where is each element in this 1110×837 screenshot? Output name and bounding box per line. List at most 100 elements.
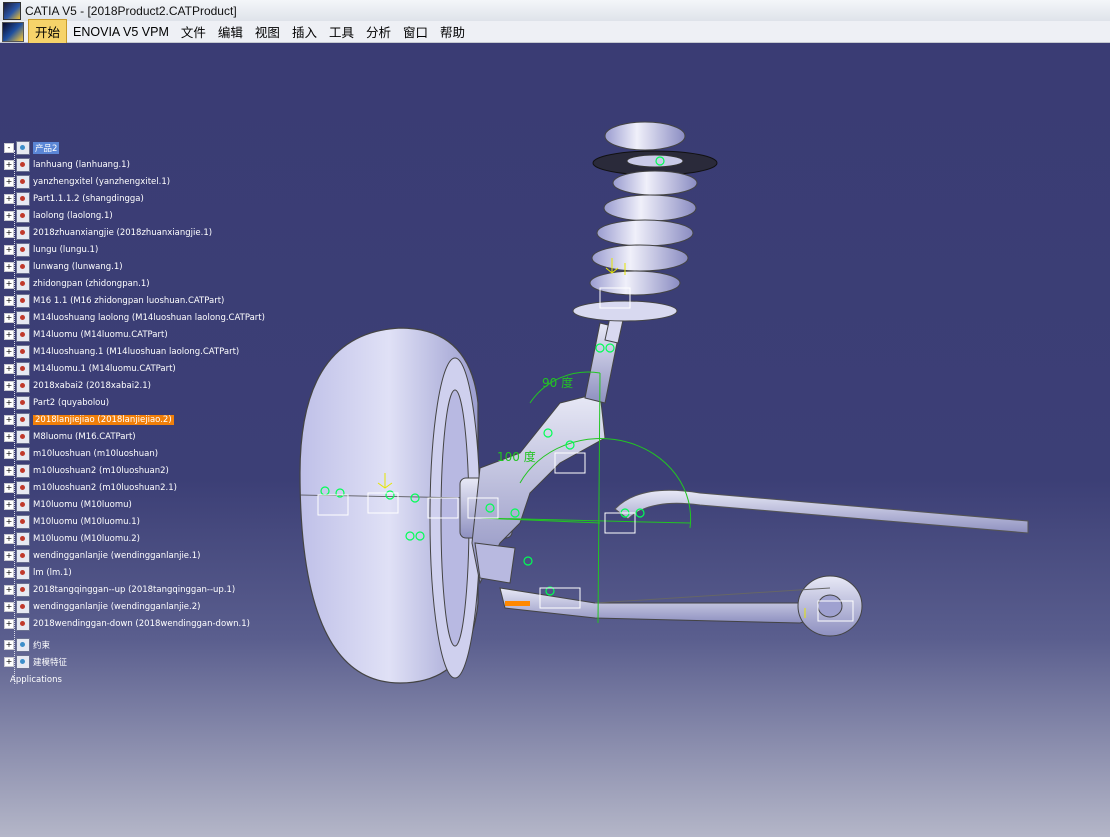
steering-knuckle[interactable] xyxy=(459,392,606,585)
menu-view[interactable]: 视图 xyxy=(249,20,286,43)
expand-icon[interactable]: + xyxy=(4,534,14,544)
tree-item-label[interactable]: M10luomu (M10luomu.2) xyxy=(33,534,140,544)
angle-label-100[interactable]: 100 度 xyxy=(497,449,536,464)
tree-item[interactable]: + M10luomu (M10luomu.2) xyxy=(4,531,140,547)
tree-item[interactable]: + zhidongpan (zhidongpan.1) xyxy=(4,276,150,292)
tree-item-label[interactable]: 2018wendinggan-down (2018wendinggan-down… xyxy=(33,619,250,629)
tree-item-label[interactable]: M14luoshuang.1 (M14luoshuan laolong.CATP… xyxy=(33,347,239,357)
tree-item-label[interactable]: M8luomu (M16.CATPart) xyxy=(33,432,136,442)
tree-item[interactable]: + M14luoshuang.1 (M14luoshuan laolong.CAT… xyxy=(4,344,239,360)
tree-item[interactable]: + Part1.1.1.2 (shangdingga) xyxy=(4,191,144,207)
expand-icon[interactable]: + xyxy=(4,415,14,425)
tree-applications[interactable]: Applications xyxy=(10,672,62,688)
tree-item-label[interactable]: 2018xabai2 (2018xabai2.1) xyxy=(33,381,151,391)
expand-icon[interactable]: + xyxy=(4,228,14,238)
tree-item[interactable]: +2018lanjiejiao (2018lanjiejiao.2) xyxy=(4,412,174,428)
tree-item-label[interactable]: m10luoshuan (m10luoshuan) xyxy=(33,449,158,459)
expand-icon[interactable]: + xyxy=(4,551,14,561)
tree-item[interactable]: + m10luoshuan (m10luoshuan) xyxy=(4,446,158,462)
expand-icon[interactable]: + xyxy=(4,194,14,204)
tree-item-label[interactable]: wendingganlanjie (wendingganlanjie.2) xyxy=(33,602,200,612)
tree-item[interactable]: + wendingganlanjie (wendingganlanjie.2) xyxy=(4,599,200,615)
tree-item[interactable]: + m10luoshuan2 (m10luoshuan2) xyxy=(4,463,169,479)
menu-file[interactable]: 文件 xyxy=(175,20,212,43)
tree-item[interactable]: + yanzhengxitel (yanzhengxitel.1) xyxy=(4,174,170,190)
suspension-assembly-model[interactable]: 90 度 100 度 xyxy=(0,43,1110,837)
lower-control-arm[interactable] xyxy=(499,575,863,637)
tree-item-label[interactable]: lm (lm.1) xyxy=(33,568,72,578)
menu-analysis[interactable]: 分析 xyxy=(360,20,397,43)
expand-icon[interactable]: + xyxy=(4,313,14,323)
tree-item-label[interactable]: zhidongpan (zhidongpan.1) xyxy=(33,279,150,289)
expand-icon[interactable]: + xyxy=(4,585,14,595)
expand-icon[interactable]: + xyxy=(4,500,14,510)
expand-icon[interactable]: + xyxy=(4,347,14,357)
tree-item[interactable]: +2018zhuanxiangjie (2018zhuanxiangjie.1) xyxy=(4,225,212,241)
tree-item-label[interactable]: M10luomu (M10luomu.1) xyxy=(33,517,140,527)
expand-icon[interactable]: + xyxy=(4,245,14,255)
tree-item-label[interactable]: M10luomu (M10luomu) xyxy=(33,500,132,510)
tree-item[interactable]: + M10luomu (M10luomu) xyxy=(4,497,132,513)
tree-root[interactable]: - 产品2 xyxy=(4,140,60,156)
coil-spring[interactable] xyxy=(572,121,718,322)
tree-item-label[interactable]: lanhuang (lanhuang.1) xyxy=(33,160,130,170)
tree-item-label[interactable]: M16 1.1 (M16 zhidongpan luoshuan.CATPart… xyxy=(33,296,224,306)
tree-item-label[interactable]: yanzhengxitel (yanzhengxitel.1) xyxy=(33,177,170,187)
expand-icon[interactable]: + xyxy=(4,466,14,476)
strut-tube[interactable] xyxy=(584,307,626,404)
tree-item[interactable]: + M8luomu (M16.CATPart) xyxy=(4,429,136,445)
expand-icon[interactable]: + xyxy=(4,657,14,667)
menu-help[interactable]: 帮助 xyxy=(434,20,471,43)
expand-icon[interactable]: + xyxy=(4,398,14,408)
expand-icon[interactable]: + xyxy=(4,364,14,374)
tree-item-label[interactable]: 2018zhuanxiangjie (2018zhuanxiangjie.1) xyxy=(33,228,212,238)
tree-item-label[interactable]: M14luomu (M14luomu.CATPart) xyxy=(33,330,168,340)
expand-icon[interactable]: + xyxy=(4,602,14,612)
stabilizer-bar[interactable] xyxy=(614,489,1029,534)
tree-item-label[interactable]: m10luoshuan2 (m10luoshuan2.1) xyxy=(33,483,177,493)
tree-features-label[interactable]: 建模特征 xyxy=(33,656,67,668)
tree-item[interactable]: + lm (lm.1) xyxy=(4,565,72,581)
menu-enovia[interactable]: ENOVIA V5 VPM xyxy=(67,23,175,41)
expand-icon[interactable]: + xyxy=(4,381,14,391)
tree-item[interactable]: + lunwang (lunwang.1) xyxy=(4,259,123,275)
catia-start-icon[interactable] xyxy=(2,21,24,42)
tree-item[interactable]: + laolong (laolong.1) xyxy=(4,208,113,224)
wheel-tire[interactable] xyxy=(299,327,481,684)
expand-icon[interactable]: + xyxy=(4,483,14,493)
menu-insert[interactable]: 插入 xyxy=(286,20,323,43)
expand-icon[interactable]: + xyxy=(4,211,14,221)
tree-item[interactable]: + M14luoshuang laolong (M14luoshuan laolo… xyxy=(4,310,265,326)
tree-item-label[interactable]: wendingganlanjie (wendingganlanjie.1) xyxy=(33,551,200,561)
expand-icon[interactable]: + xyxy=(4,160,14,170)
collapse-icon[interactable]: - xyxy=(4,143,14,153)
tree-item-label[interactable]: M14luomu.1 (M14luomu.CATPart) xyxy=(33,364,176,374)
menu-tools[interactable]: 工具 xyxy=(323,20,360,43)
expand-icon[interactable]: + xyxy=(4,568,14,578)
tree-item-label[interactable]: lungu (lungu.1) xyxy=(33,245,98,255)
tree-item-label[interactable]: laolong (laolong.1) xyxy=(33,211,113,221)
tree-item-label[interactable]: lunwang (lunwang.1) xyxy=(33,262,123,272)
tree-item[interactable]: +2018wendinggan-down (2018wendinggan-dow… xyxy=(4,616,250,632)
tree-item[interactable]: + lanhuang (lanhuang.1) xyxy=(4,157,130,173)
tree-applications-label[interactable]: Applications xyxy=(10,675,62,685)
tree-item-label[interactable]: Part2 (quyabolou) xyxy=(33,398,109,408)
tree-item-label[interactable]: Part1.1.1.2 (shangdingga) xyxy=(33,194,144,204)
expand-icon[interactable]: + xyxy=(4,640,14,650)
tree-item[interactable]: +2018tangqinggan--up (2018tangqinggan--u… xyxy=(4,582,235,598)
tree-item-label[interactable]: 2018lanjiejiao (2018lanjiejiao.2) xyxy=(33,415,174,425)
expand-icon[interactable]: + xyxy=(4,262,14,272)
tree-item[interactable]: + lungu (lungu.1) xyxy=(4,242,98,258)
tree-root-label[interactable]: 产品2 xyxy=(33,142,60,154)
menu-window[interactable]: 窗口 xyxy=(397,20,434,43)
expand-icon[interactable]: + xyxy=(4,449,14,459)
tree-constraints-label[interactable]: 约束 xyxy=(33,639,50,651)
tree-item[interactable]: + m10luoshuan2 (m10luoshuan2.1) xyxy=(4,480,177,496)
expand-icon[interactable]: + xyxy=(4,177,14,187)
tree-item[interactable]: + Part2 (quyabolou) xyxy=(4,395,109,411)
tree-item[interactable]: + M10luomu (M10luomu.1) xyxy=(4,514,140,530)
tree-item[interactable]: + wendingganlanjie (wendingganlanjie.1) xyxy=(4,548,200,564)
tree-item[interactable]: + M14luomu.1 (M14luomu.CATPart) xyxy=(4,361,176,377)
tree-item[interactable]: + M14luomu (M14luomu.CATPart) xyxy=(4,327,168,343)
tree-item[interactable]: +2018xabai2 (2018xabai2.1) xyxy=(4,378,151,394)
